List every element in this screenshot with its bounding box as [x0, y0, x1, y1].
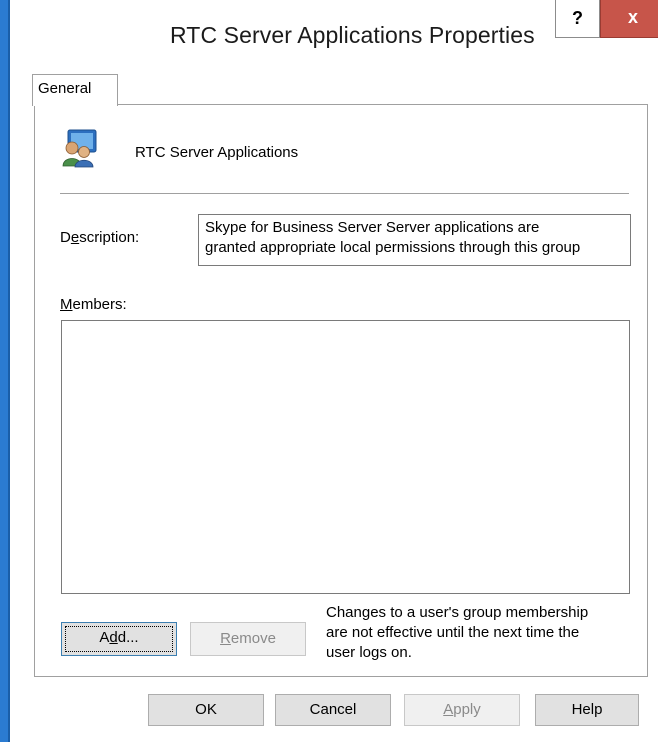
- cancel-button[interactable]: Cancel: [275, 694, 391, 726]
- note-line-1: Changes to a user's group membership: [326, 604, 589, 621]
- help-title-button[interactable]: ?: [555, 0, 600, 38]
- group-users-icon: [60, 128, 100, 168]
- ok-button[interactable]: OK: [148, 694, 264, 726]
- description-field[interactable]: Skype for Business Server Server applica…: [198, 214, 631, 266]
- remove-button[interactable]: Remove: [190, 622, 306, 656]
- add-button[interactable]: Add...: [61, 622, 177, 656]
- tab-general[interactable]: General: [32, 74, 118, 106]
- question-mark-icon: ?: [572, 8, 583, 28]
- group-name: RTC Server Applications: [135, 144, 299, 161]
- description-line-2: granted appropriate local permissions th…: [205, 239, 581, 256]
- close-icon: x: [627, 7, 638, 27]
- window-title: RTC Server Applications Properties: [170, 22, 535, 48]
- close-button[interactable]: x: [600, 0, 658, 38]
- help-button[interactable]: Help: [535, 694, 639, 726]
- description-label: Description:: [60, 229, 140, 246]
- title-bar[interactable]: RTC Server Applications Properties ? x: [10, 0, 658, 60]
- note-line-3: user logs on.: [326, 644, 412, 661]
- focus-rectangle: [65, 626, 173, 652]
- note-line-2: are not effective until the next time th…: [326, 624, 580, 641]
- members-label: Members:: [60, 296, 127, 313]
- membership-note: Changes to a user's group membership are…: [326, 603, 626, 663]
- divider: [60, 193, 629, 194]
- members-list[interactable]: [61, 320, 630, 594]
- properties-dialog: RTC Server Applications Properties ? x G…: [0, 0, 658, 742]
- description-line-1: Skype for Business Server Server applica…: [205, 219, 540, 236]
- apply-button[interactable]: Apply: [404, 694, 520, 726]
- tab-general-label: General: [38, 80, 92, 97]
